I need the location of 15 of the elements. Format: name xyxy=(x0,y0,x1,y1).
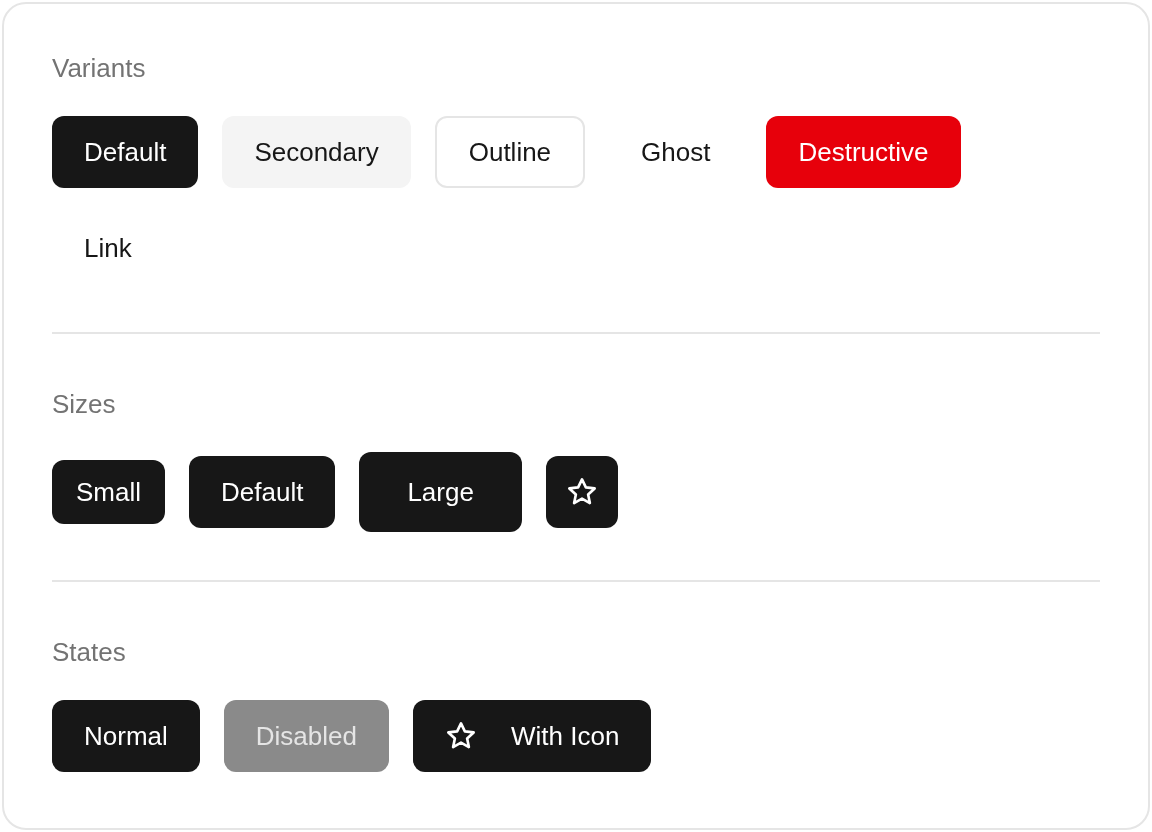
section-heading: States xyxy=(52,636,127,668)
button[interactable]: Large xyxy=(359,452,522,532)
star-button[interactable] xyxy=(545,456,618,528)
button[interactable]: With Icon xyxy=(412,700,652,772)
section-heading: Variants xyxy=(52,52,147,84)
button[interactable]: Default xyxy=(189,456,336,528)
button[interactable]: Secondary xyxy=(222,116,411,188)
button[interactable]: Default xyxy=(52,116,199,188)
button[interactable]: Link xyxy=(52,212,164,284)
button[interactable]: Normal xyxy=(52,700,200,772)
button[interactable]: Destructive xyxy=(766,116,961,188)
section-heading: Sizes xyxy=(52,388,117,420)
button[interactable]: Outline xyxy=(434,116,586,188)
button[interactable]: Small xyxy=(52,460,165,524)
button[interactable]: Ghost xyxy=(609,116,743,188)
